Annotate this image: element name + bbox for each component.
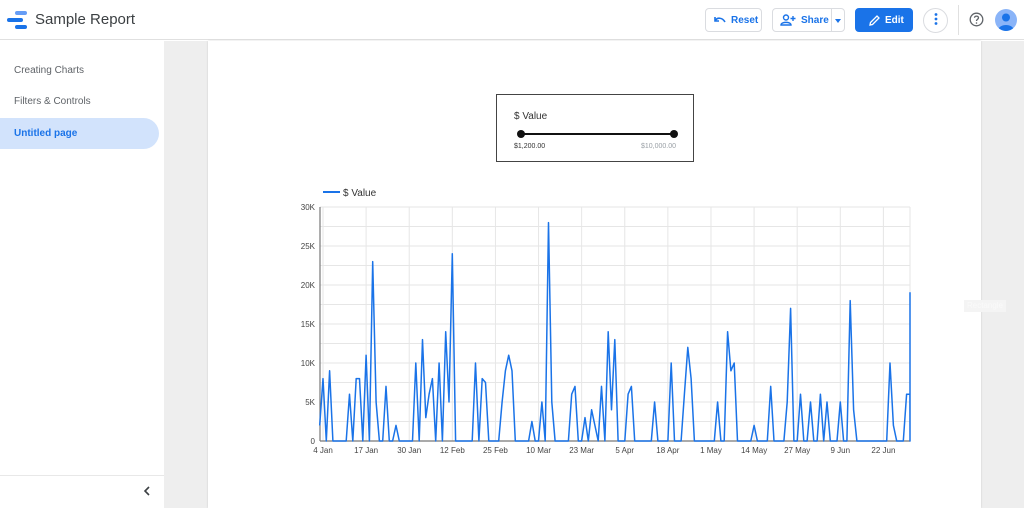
chevron-left-icon[interactable] (140, 484, 154, 498)
pencil-icon (869, 14, 880, 26)
x-tick-label: 5 Apr (615, 446, 634, 455)
x-tick-label: 23 Mar (569, 446, 594, 455)
slider-min-label: $1,200.00 (514, 143, 546, 150)
report-title[interactable]: Sample Report (35, 11, 135, 28)
x-tick-label: 25 Feb (483, 446, 508, 455)
reset-button[interactable]: Reset (705, 8, 762, 32)
x-tick-label: 9 Jun (831, 446, 851, 455)
x-tick-label: 27 May (784, 446, 810, 455)
time-series-chart[interactable]: 0 5K 10K 15K 20K 25K 30K 4 Jan 17 Jan 30 Jan 12 F… (280, 180, 920, 460)
y-tick-label: 15K (301, 320, 316, 329)
share-label: Share (801, 14, 829, 26)
slider-max-handle[interactable] (670, 130, 678, 138)
x-tick-label: 18 Apr (656, 446, 679, 455)
share-button[interactable]: Share (772, 8, 832, 32)
y-tick-label: 0 (311, 437, 316, 446)
sidebar-item-creating-charts[interactable]: Creating Charts (0, 55, 159, 86)
y-tick-label: 5K (305, 398, 315, 407)
slider-min-handle[interactable] (517, 130, 525, 138)
sidebar-item-filters-controls[interactable]: Filters & Controls (0, 86, 159, 117)
sidebar-item-label: Filters & Controls (14, 96, 91, 107)
x-tick-label: 1 May (700, 446, 722, 455)
caret-down-icon (835, 15, 841, 26)
edit-button[interactable]: Edit (855, 8, 913, 32)
series-line-value[interactable] (318, 221, 911, 442)
account-avatar[interactable] (995, 9, 1017, 31)
data-studio-logo-icon[interactable] (7, 10, 29, 30)
x-tick-label: 12 Feb (440, 446, 465, 455)
header-divider (958, 5, 959, 35)
x-tick-label: 10 Mar (526, 446, 551, 455)
more-options-button[interactable] (923, 8, 948, 33)
sidebar-divider (0, 475, 164, 476)
component-hover-label: Rectangle (964, 300, 1006, 312)
y-tick-label: 30K (301, 203, 316, 212)
chart-legend[interactable]: $ Value (323, 188, 377, 199)
slider-track[interactable] (520, 133, 674, 135)
x-tick-label: 4 Jan (313, 446, 333, 455)
x-axis-tick-labels: 4 Jan 17 Jan 30 Jan 12 Feb 25 Feb 10 Mar 23 Ma… (313, 446, 895, 455)
y-tick-label: 10K (301, 359, 316, 368)
sidebar-item-untitled-page[interactable]: Untitled page (0, 118, 159, 149)
person-add-icon (780, 14, 796, 26)
page-navigation-sidebar: Creating Charts Filters & Controls Untit… (0, 41, 164, 508)
slider-title: $ Value (514, 111, 548, 122)
slider-max-label: $10,000.00 (640, 143, 676, 150)
undo-icon (714, 15, 726, 25)
edit-label: Edit (885, 14, 904, 26)
x-tick-label: 30 Jan (397, 446, 421, 455)
sidebar-item-label: Untitled page (14, 128, 78, 139)
more-vert-icon (934, 13, 938, 28)
help-icon[interactable] (969, 12, 984, 27)
x-tick-label: 22 Jun (871, 446, 895, 455)
reset-label: Reset (731, 14, 759, 26)
value-slider-control[interactable]: $ Value $1,200.00 $10,000.00 (496, 94, 694, 162)
y-tick-label: 25K (301, 242, 316, 251)
top-app-bar: Sample Report Reset Share Edit (0, 0, 1024, 40)
legend-label: $ Value (343, 188, 377, 199)
y-axis-tick-labels: 0 5K 10K 15K 20K 25K 30K (301, 203, 316, 446)
y-tick-label: 20K (301, 281, 316, 290)
x-tick-label: 17 Jan (354, 446, 378, 455)
x-tick-label: 14 May (741, 446, 767, 455)
share-dropdown-button[interactable] (831, 8, 845, 32)
sidebar-item-label: Creating Charts (14, 65, 85, 76)
